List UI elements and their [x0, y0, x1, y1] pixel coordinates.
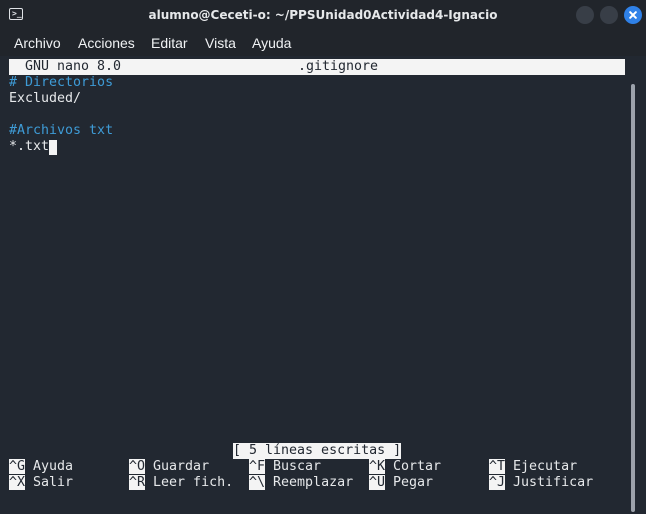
menu-archivo[interactable]: Archivo	[14, 33, 61, 53]
menu-acciones[interactable]: Acciones	[78, 33, 135, 53]
shortcut-key: ^U	[369, 475, 386, 490]
shortcut-label: Salir	[33, 475, 74, 490]
menu-editar[interactable]: Editar	[151, 33, 188, 53]
nano-title-bar: GNU nano 8.0 .gitignore	[9, 59, 625, 75]
shortcut-label: Justificar	[513, 475, 594, 490]
shortcut-execute[interactable]: ^T Ejecutar	[489, 459, 577, 475]
vertical-scrollbar[interactable]	[631, 84, 635, 512]
shortcut-search[interactable]: ^F Buscar	[249, 459, 321, 475]
shortcut-justify[interactable]: ^J Justificar	[489, 475, 593, 491]
shortcut-save[interactable]: ^O Guardar	[129, 459, 209, 475]
shortcut-label: Reemplazar	[273, 475, 354, 490]
title-bar[interactable]: >_ alumno@Ceceti-o: ~/PPSUnidad0Activida…	[0, 0, 646, 30]
shortcut-paste[interactable]: ^U Pegar	[369, 475, 433, 491]
text-cursor	[49, 140, 58, 155]
shortcut-exit[interactable]: ^X Salir	[9, 475, 73, 491]
status-message: [ 5 líneas escritas ]	[233, 443, 402, 459]
shortcut-label: Pegar	[393, 475, 434, 490]
nano-filename: .gitignore	[298, 59, 379, 74]
shortcut-label: Ejecutar	[513, 459, 578, 474]
menu-bar: Archivo Acciones Editar Vista Ayuda	[0, 30, 646, 56]
shortcut-help[interactable]: ^G Ayuda	[9, 459, 73, 475]
shortcut-key: ^R	[129, 475, 146, 490]
terminal-window: >_ alumno@Ceceti-o: ~/PPSUnidad0Activida…	[0, 0, 646, 514]
shortcut-key: ^G	[9, 459, 26, 474]
shortcut-key: ^O	[129, 459, 146, 474]
shortcut-label: Cortar	[393, 459, 442, 474]
nano-version: GNU nano 8.0	[25, 59, 122, 74]
shortcut-key: ^X	[9, 475, 26, 490]
shortcut-key: ^T	[489, 459, 506, 474]
editor-line-2[interactable]: Excluded/	[9, 91, 81, 107]
shortcut-label: Buscar	[273, 459, 322, 474]
shortcut-label: Guardar	[153, 459, 210, 474]
menu-ayuda[interactable]: Ayuda	[252, 33, 291, 53]
shortcut-label: Ayuda	[33, 459, 74, 474]
editor-line-1[interactable]: # Directorios	[9, 75, 113, 91]
shortcut-key: ^F	[249, 459, 266, 474]
editor-line-4[interactable]: #Archivos txt	[9, 123, 113, 139]
close-button[interactable]	[624, 6, 642, 24]
shortcut-label: Leer fich.	[153, 475, 234, 490]
menu-vista[interactable]: Vista	[205, 33, 236, 53]
terminal-area[interactable]: GNU nano 8.0 .gitignore # Directorios Ex…	[0, 56, 646, 514]
shortcut-cut[interactable]: ^K Cortar	[369, 459, 441, 475]
maximize-button[interactable]	[600, 6, 618, 24]
shortcut-key: ^K	[369, 459, 386, 474]
minimize-button[interactable]	[576, 6, 594, 24]
shortcut-key: ^\	[249, 475, 266, 490]
editor-line-5-container[interactable]: *.txt	[9, 139, 58, 155]
shortcut-read-file[interactable]: ^R Leer fich.	[129, 475, 233, 491]
shortcut-key: ^J	[489, 475, 506, 490]
window-title: alumno@Ceceti-o: ~/PPSUnidad0Actividad4-…	[148, 8, 498, 22]
editor-line-5[interactable]: *.txt	[9, 139, 49, 154]
shortcut-replace[interactable]: ^\ Reemplazar	[249, 475, 353, 491]
